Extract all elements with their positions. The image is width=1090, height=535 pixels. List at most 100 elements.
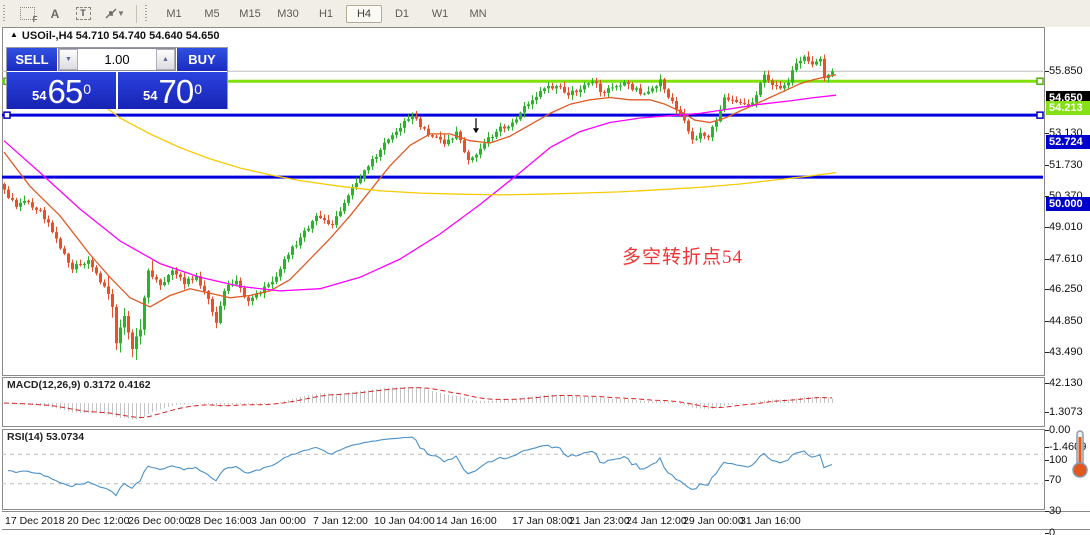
candle-body bbox=[759, 82, 762, 96]
candle-body bbox=[659, 79, 662, 87]
candle-body bbox=[531, 100, 534, 105]
chart-annotation-text: 多空转折点54 bbox=[622, 247, 744, 268]
candle-body bbox=[235, 280, 238, 285]
symbol-triangle-icon[interactable]: ▲ bbox=[10, 30, 18, 39]
volume-increase-button[interactable]: ▲ bbox=[156, 49, 175, 70]
candle-body bbox=[475, 154, 478, 158]
candle-body bbox=[383, 142, 386, 150]
timeframe-button-h4[interactable]: H4 bbox=[346, 4, 382, 23]
timeframe-button-m15[interactable]: M15 bbox=[232, 5, 268, 23]
trading-platform-window: F A T ▼ M1 M5 M15 M30 H1 H4 D1 W1 MN 17 Dec 2018… bbox=[0, 0, 1090, 535]
sell-price-display[interactable]: 54 65 0 bbox=[7, 72, 116, 109]
candle-body bbox=[747, 104, 750, 106]
candle-body bbox=[563, 86, 566, 93]
candle-body bbox=[579, 89, 582, 93]
volume-stepper: ▼ 1.00 ▲ bbox=[58, 48, 176, 71]
date-label: 17 Jan 08:00 bbox=[512, 515, 573, 527]
date-label: 29 Jan 00:00 bbox=[683, 515, 744, 527]
volume-value[interactable]: 1.00 bbox=[78, 49, 156, 70]
candle-body bbox=[347, 195, 350, 203]
candle-body bbox=[291, 246, 294, 255]
candle-body bbox=[739, 102, 742, 104]
indicator-grid-icon[interactable]: F bbox=[14, 2, 40, 25]
dropdown-caret-icon[interactable]: ▼ bbox=[117, 9, 125, 18]
candle-body bbox=[571, 90, 574, 96]
macd-chart[interactable] bbox=[0, 377, 1045, 427]
candle-body bbox=[223, 290, 226, 306]
candle-body bbox=[323, 218, 326, 221]
toolbar-separator bbox=[136, 4, 137, 23]
volume-decrease-button[interactable]: ▼ bbox=[59, 49, 78, 70]
candle-body bbox=[711, 126, 714, 138]
macd-tick-label: 1.3073 bbox=[1049, 406, 1083, 418]
time-axis[interactable]: 17 Dec 2018 20 Dec 12:00 26 Dec 00:00 28 De… bbox=[2, 511, 1090, 530]
candle-body bbox=[663, 79, 666, 90]
blue-level-line-1-handle[interactable] bbox=[3, 111, 11, 119]
candle-body bbox=[283, 259, 286, 270]
candle-body bbox=[163, 282, 166, 286]
candle-body bbox=[495, 131, 498, 137]
buy-price-display[interactable]: 54 70 0 bbox=[118, 72, 227, 109]
candle-body bbox=[83, 263, 86, 265]
candle-body bbox=[123, 315, 126, 328]
sell-button[interactable]: SELL bbox=[7, 48, 57, 71]
blue-level-line-1-handle[interactable] bbox=[1036, 111, 1044, 119]
candle-body bbox=[99, 273, 102, 283]
annotate-a-icon[interactable]: A bbox=[42, 2, 68, 25]
candle-body bbox=[187, 278, 190, 285]
timeframe-button-m1[interactable]: M1 bbox=[156, 5, 192, 23]
candle-body bbox=[603, 91, 606, 93]
timeframe-button-w1[interactable]: W1 bbox=[422, 5, 458, 23]
timeframe-button-d1[interactable]: D1 bbox=[384, 5, 420, 23]
candle-body bbox=[775, 84, 778, 86]
candle-body bbox=[451, 138, 454, 140]
timeframe-button-m5[interactable]: M5 bbox=[194, 5, 230, 23]
toolbar-drag-handle[interactable] bbox=[144, 4, 151, 23]
candle-body bbox=[143, 297, 146, 330]
candle-body bbox=[823, 58, 826, 79]
candle-body bbox=[795, 63, 798, 71]
candle-body bbox=[543, 88, 546, 91]
toolbar-drag-handle[interactable] bbox=[2, 4, 9, 23]
timeframe-button-h1[interactable]: H1 bbox=[308, 5, 344, 23]
objects-arrows-icon[interactable]: ▼ bbox=[98, 2, 130, 25]
price-tick-label: 46.250 bbox=[1049, 283, 1083, 296]
candle-body bbox=[431, 135, 434, 137]
candle-body bbox=[819, 58, 822, 62]
candle-body bbox=[51, 222, 54, 233]
date-label: 26 Dec 00:00 bbox=[128, 515, 191, 527]
candle-body bbox=[671, 97, 674, 102]
text-box-icon[interactable]: T bbox=[70, 2, 96, 25]
price-tick-label: 51.730 bbox=[1049, 158, 1083, 171]
candle-body bbox=[151, 270, 154, 277]
candle-body bbox=[547, 85, 550, 89]
candle-body bbox=[191, 278, 194, 280]
candle-body bbox=[631, 83, 634, 90]
candle-body bbox=[167, 275, 170, 283]
candle-body bbox=[211, 298, 214, 312]
candle-body bbox=[779, 85, 782, 89]
green-level-line-handle[interactable] bbox=[1036, 77, 1044, 86]
candle-body bbox=[267, 284, 270, 287]
candle-body bbox=[11, 197, 14, 200]
candle-body bbox=[791, 70, 794, 83]
timeframe-button-mn[interactable]: MN bbox=[460, 5, 496, 23]
candle-body bbox=[395, 131, 398, 136]
candle-body bbox=[459, 131, 462, 141]
candle-body bbox=[179, 274, 182, 278]
candle-body bbox=[159, 279, 162, 286]
candle-body bbox=[607, 88, 610, 93]
candle-body bbox=[315, 215, 318, 222]
candle-body bbox=[471, 157, 474, 161]
price-tick-label: 47.610 bbox=[1049, 252, 1083, 265]
candle-body bbox=[499, 126, 502, 132]
candle-body bbox=[119, 327, 122, 344]
candle-body bbox=[339, 211, 342, 217]
timeframe-button-m30[interactable]: M30 bbox=[270, 5, 306, 23]
candle-body bbox=[131, 332, 134, 349]
candle-body bbox=[411, 115, 414, 120]
rsi-line bbox=[7, 436, 833, 497]
rsi-chart[interactable] bbox=[0, 429, 1045, 510]
buy-button[interactable]: BUY bbox=[177, 48, 227, 71]
down-arrow-head bbox=[473, 128, 479, 134]
